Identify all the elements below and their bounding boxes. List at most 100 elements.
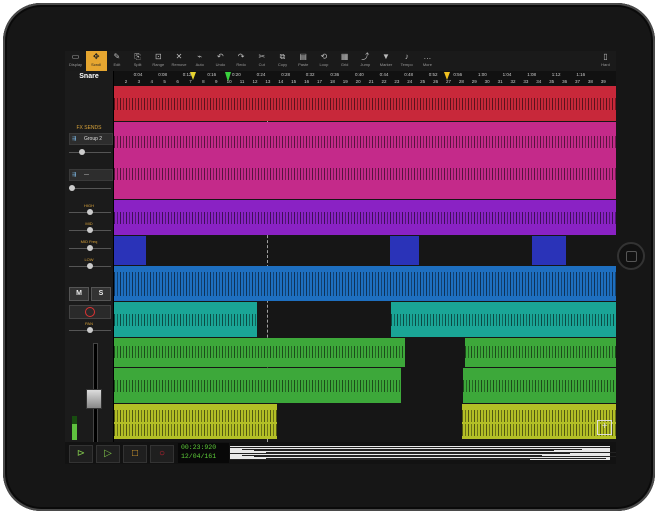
toolbar-display-button[interactable]: ▭ Display [65, 51, 86, 71]
eq-mid-freq-slider[interactable] [69, 245, 111, 251]
toolbar-label: Paste [298, 62, 309, 67]
send-1-level-slider[interactable] [69, 149, 111, 155]
toolbar-label: Scroll [91, 62, 102, 67]
toolbar-label: Edit [113, 62, 121, 67]
audio-clip[interactable] [114, 368, 401, 403]
scroll-icon: ✥ [92, 52, 100, 61]
eq-mid-slider[interactable] [69, 227, 111, 233]
ruler-bar-label: 6 [176, 79, 179, 84]
home-button[interactable] [617, 242, 645, 270]
arrangement-view[interactable] [114, 86, 616, 442]
ruler-bar-label: 10 [226, 79, 232, 84]
waveform [462, 410, 616, 422]
toolbar-more-button[interactable]: … More [417, 51, 438, 71]
audio-clip[interactable] [114, 236, 146, 265]
eq-mid-freq-label: MID Freq [80, 239, 98, 244]
loop-icon: ⟲ [320, 52, 328, 61]
ruler-bar-label: 13 [265, 79, 271, 84]
audio-clip[interactable] [463, 368, 616, 403]
toolbar-label: Remove [171, 62, 187, 67]
ruler-bar-label: 32 [510, 79, 516, 84]
send-1-label: Group 2 [84, 136, 103, 142]
record-button[interactable]: ○ [150, 445, 174, 463]
eq-low-slider[interactable] [69, 263, 111, 269]
record-arm-button[interactable] [69, 305, 111, 319]
toolbar-jump-button[interactable]: ⤴ Jump [355, 51, 376, 71]
toolbar-redo-button[interactable]: ↷ Redo [231, 51, 252, 71]
toolbar-undo-button[interactable]: ↶ Undo [210, 51, 231, 71]
ruler-bar-label: 3 [137, 79, 141, 84]
add-track-button[interactable]: + [597, 420, 612, 435]
audio-clip[interactable] [465, 338, 616, 367]
toolbar-scroll-button[interactable]: ✥ Scroll [85, 51, 107, 71]
ruler-bar-label: 5 [163, 79, 166, 84]
send-2-button[interactable]: ⇶ — [69, 169, 113, 181]
toolbar-label: Grid [340, 62, 349, 67]
toolbar-cut-button[interactable]: ✂ Cut [251, 51, 272, 71]
ruler-time-label: 0:40 [355, 72, 364, 77]
waveform [462, 424, 616, 436]
toolbar-label: Loop [319, 62, 329, 67]
toolbar-label: Split [133, 62, 142, 67]
audio-clip[interactable] [114, 266, 616, 301]
audio-clip[interactable] [462, 404, 616, 439]
waveform [114, 380, 401, 392]
audio-clip[interactable] [390, 236, 419, 265]
toolbar-auto-button[interactable]: ⌁ Auto [189, 51, 210, 71]
toolbar-tempo-button[interactable]: ♪ Tempo [396, 51, 417, 71]
toolbar-copy-button[interactable]: ⧉ Copy [272, 51, 293, 71]
audio-clip[interactable] [114, 338, 405, 367]
edit-icon: ✎ [113, 52, 121, 61]
pan-slider[interactable] [69, 327, 111, 333]
eq-high-slider[interactable] [69, 209, 111, 215]
tempo-icon: ♪ [404, 52, 409, 61]
waveform [114, 98, 616, 110]
auto-icon: ⌁ [197, 52, 203, 61]
song-overview-strip[interactable] [230, 446, 616, 460]
toolbar-paste-button[interactable]: ▤ Paste [293, 51, 314, 71]
audio-clip[interactable] [114, 404, 277, 439]
audio-clip[interactable] [114, 86, 616, 121]
ruler-bar-label: 26 [433, 79, 439, 84]
toolbar-hard-button[interactable]: ▯ Hard [595, 51, 616, 71]
stop-button[interactable]: □ [123, 445, 147, 463]
ruler-bar-label: 23 [394, 79, 400, 84]
ruler-bar-label: 31 [497, 79, 503, 84]
timeline-ruler[interactable]: 0:04 0:08 0:12 0:16 0:20 0:24 0:28 0:32 0:36 0:40… [114, 71, 616, 86]
send-1-button[interactable]: ⇶ Group 2 [69, 133, 113, 145]
ruler-time-label: 1:16 [576, 72, 586, 77]
toolbar-marker-button[interactable]: ▼ Marker [376, 51, 397, 71]
fx-sends-label: FX SENDS [76, 125, 102, 131]
rewind-button[interactable]: ⊳ [69, 445, 93, 463]
audio-clip[interactable] [391, 302, 616, 337]
send-2-level-slider[interactable] [69, 185, 111, 191]
waveform [114, 314, 257, 326]
toolbar-label: Undo [215, 62, 226, 67]
toolbar-loop-button[interactable]: ⟲ Loop [313, 51, 334, 71]
waveform [391, 314, 616, 326]
toolbar-range-button[interactable]: ⊡ Range [148, 51, 169, 71]
eq-mid-label: MID [85, 221, 93, 226]
audio-clip[interactable] [532, 236, 566, 265]
ruler-bar-label: 34 [536, 79, 542, 84]
toolbar-grid-button[interactable]: ▦ Grid [334, 51, 355, 71]
ruler-bar-label: 28 [458, 79, 464, 84]
toolbar-label: More [422, 62, 432, 67]
play-button[interactable]: ▷ [96, 445, 120, 463]
volume-fader-handle[interactable] [86, 389, 102, 409]
more-icon: … [423, 52, 432, 61]
toolbar-label: Range [152, 62, 165, 67]
toolbar-label: Jump [360, 62, 371, 67]
solo-button[interactable]: S [91, 287, 111, 301]
mute-button[interactable]: M [69, 287, 89, 301]
range-icon: ⊡ [154, 52, 162, 61]
ruler-bar-label: 19 [342, 79, 348, 84]
toolbar-remove-button[interactable]: ✕ Remove [169, 51, 190, 71]
toolbar-edit-button[interactable]: ✎ Edit [106, 51, 127, 71]
toolbar-split-button[interactable]: ⎘ Split [127, 51, 148, 71]
ruler-time-label: 0:44 [379, 72, 389, 77]
audio-clip[interactable] [114, 302, 257, 337]
audio-clip[interactable] [114, 200, 616, 235]
ruler-time-label: 0:52 [428, 72, 438, 77]
audio-clip[interactable] [114, 122, 616, 199]
